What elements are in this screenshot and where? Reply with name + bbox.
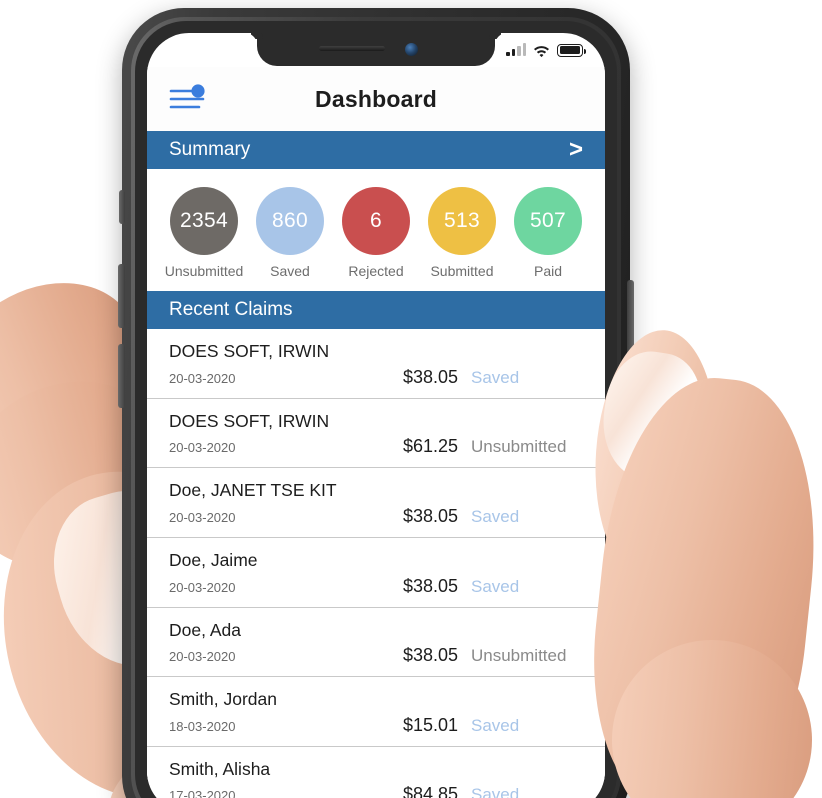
screenshot-stage: Dashboard Summary > 2354 Unsubmitted 860 Sa… xyxy=(0,0,822,798)
recent-claims-title: Recent Claims xyxy=(169,299,293,320)
stat-bubble: 860 xyxy=(256,187,324,255)
power-button[interactable] xyxy=(627,280,634,386)
claim-date: 20-03-2020 xyxy=(169,509,236,525)
claim-patient-name: DOES SOFT, IRWIN xyxy=(169,410,330,431)
claim-date: 20-03-2020 xyxy=(169,440,236,456)
recent-claims-list: DOES SOFT, IRWIN 20-03-2020 $38.05 Saved DOE… xyxy=(147,329,605,798)
chevron-right-icon[interactable]: > xyxy=(569,138,583,162)
claim-status-badge: Saved xyxy=(471,785,520,798)
claim-status-badge: Saved xyxy=(471,506,520,526)
claim-patient-name: Smith, Jordan xyxy=(169,689,277,710)
claim-row[interactable]: DOES SOFT, IRWIN 20-03-2020 $61.25 Unsubmit… xyxy=(147,399,605,469)
finger xyxy=(605,633,819,798)
phone-screen: Dashboard Summary > 2354 Unsubmitted 860 Sa… xyxy=(147,33,605,798)
stat-label: Submitted xyxy=(430,263,494,279)
mute-switch-button[interactable] xyxy=(119,190,125,224)
phone-device: Dashboard Summary > 2354 Unsubmitted 860 Sa… xyxy=(118,8,634,798)
wifi-icon xyxy=(533,44,550,57)
summary-stat-rejected[interactable]: 6 Rejected xyxy=(333,187,419,279)
claim-patient-name: DOES SOFT, IRWIN xyxy=(169,341,330,361)
claim-amount: $38.05 xyxy=(402,366,458,387)
claim-amount: $38.05 xyxy=(402,505,458,526)
claim-meta-row: 20-03-2020 $38.05 Saved xyxy=(169,506,583,527)
volume-down-button[interactable] xyxy=(118,344,125,408)
hamburger-slider-menu-icon[interactable] xyxy=(169,84,209,114)
claim-amount: $38.05 xyxy=(402,645,458,666)
claim-meta-row: 17-03-2020 $84.85 Saved xyxy=(169,784,583,798)
claim-status-badge: Unsubmitted xyxy=(471,437,567,457)
claim-row[interactable]: Doe, Ada 20-03-2020 $38.05 Unsubmitted xyxy=(147,608,605,678)
claim-amount: $84.85 xyxy=(402,784,458,798)
summary-stat-saved[interactable]: 860 Saved xyxy=(247,187,333,279)
summary-stat-paid[interactable]: 507 Paid xyxy=(505,187,591,279)
claim-patient-name: Smith, Alisha xyxy=(169,758,271,779)
page-title: Dashboard xyxy=(315,85,437,112)
claim-meta-row: 20-03-2020 $61.25 Unsubmitted xyxy=(169,436,583,457)
claim-amount: $15.01 xyxy=(402,714,458,735)
claim-date: 20-03-2020 xyxy=(169,370,236,386)
claim-patient-name: Doe, Ada xyxy=(169,619,241,640)
claim-meta-row: 20-03-2020 $38.05 Saved xyxy=(169,576,583,597)
battery-full-icon xyxy=(557,43,586,57)
front-camera-icon xyxy=(405,43,418,56)
claim-meta-row: 20-03-2020 $38.05 Unsubmitted xyxy=(169,645,583,666)
app-nav-bar: Dashboard xyxy=(147,67,605,131)
stat-bubble: 507 xyxy=(514,187,582,255)
summary-stat-unsubmitted[interactable]: 2354 Unsubmitted xyxy=(161,187,247,279)
claim-patient-name: Doe, JANET TSE KIT xyxy=(169,480,337,501)
claim-status-badge: Saved xyxy=(471,367,520,387)
claim-patient-name: Doe, Jaime xyxy=(169,549,258,570)
claim-row[interactable]: Doe, JANET TSE KIT 20-03-2020 $38.05 Saved xyxy=(147,468,605,538)
summary-stat-submitted[interactable]: 513 Submitted xyxy=(419,187,505,279)
claim-date: 20-03-2020 xyxy=(169,649,236,665)
stat-label: Rejected xyxy=(348,263,404,279)
claim-date: 20-03-2020 xyxy=(169,579,236,595)
claim-amount: $61.25 xyxy=(402,436,458,457)
claim-row[interactable]: Smith, Alisha 17-03-2020 $84.85 Saved xyxy=(147,747,605,798)
recent-claims-section-header: Recent Claims xyxy=(147,291,605,329)
signal-bars-icon xyxy=(506,43,526,56)
earpiece-speaker-icon xyxy=(319,46,385,51)
summary-section-header[interactable]: Summary > xyxy=(147,131,605,169)
claim-meta-row: 18-03-2020 $15.01 Saved xyxy=(169,715,583,736)
stat-label: Unsubmitted xyxy=(164,263,244,279)
volume-up-button[interactable] xyxy=(118,264,125,328)
claim-status-badge: Saved xyxy=(471,715,520,735)
claim-meta-row: 20-03-2020 $38.05 Saved xyxy=(169,367,583,388)
phone-frame-inner: Dashboard Summary > 2354 Unsubmitted 860 Sa… xyxy=(131,17,621,798)
claim-row[interactable]: Doe, Jaime 20-03-2020 $38.05 Saved xyxy=(147,538,605,608)
claim-amount: $38.05 xyxy=(402,575,458,596)
claim-row[interactable]: DOES SOFT, IRWIN 20-03-2020 $38.05 Saved xyxy=(147,329,605,399)
dashboard-content: Summary > 2354 Unsubmitted 860 Saved 6 Reject… xyxy=(147,131,605,798)
claim-date: 17-03-2020 xyxy=(169,788,236,798)
summary-title: Summary xyxy=(169,139,251,160)
claim-date: 18-03-2020 xyxy=(169,718,236,734)
stat-label: Paid xyxy=(533,263,563,279)
device-notch xyxy=(257,33,495,66)
stat-bubble: 513 xyxy=(428,187,496,255)
claim-status-badge: Unsubmitted xyxy=(471,646,567,666)
phone-bezel: Dashboard Summary > 2354 Unsubmitted 860 Sa… xyxy=(135,21,617,798)
claim-status-badge: Saved xyxy=(471,576,520,596)
stat-bubble: 2354 xyxy=(170,187,238,255)
stat-label: Saved xyxy=(270,263,310,279)
summary-stats-row: 2354 Unsubmitted 860 Saved 6 Rejected 513 Submi… xyxy=(147,169,605,291)
claim-row[interactable]: Smith, Jordan 18-03-2020 $15.01 Saved xyxy=(147,677,605,747)
stat-bubble: 6 xyxy=(342,187,410,255)
